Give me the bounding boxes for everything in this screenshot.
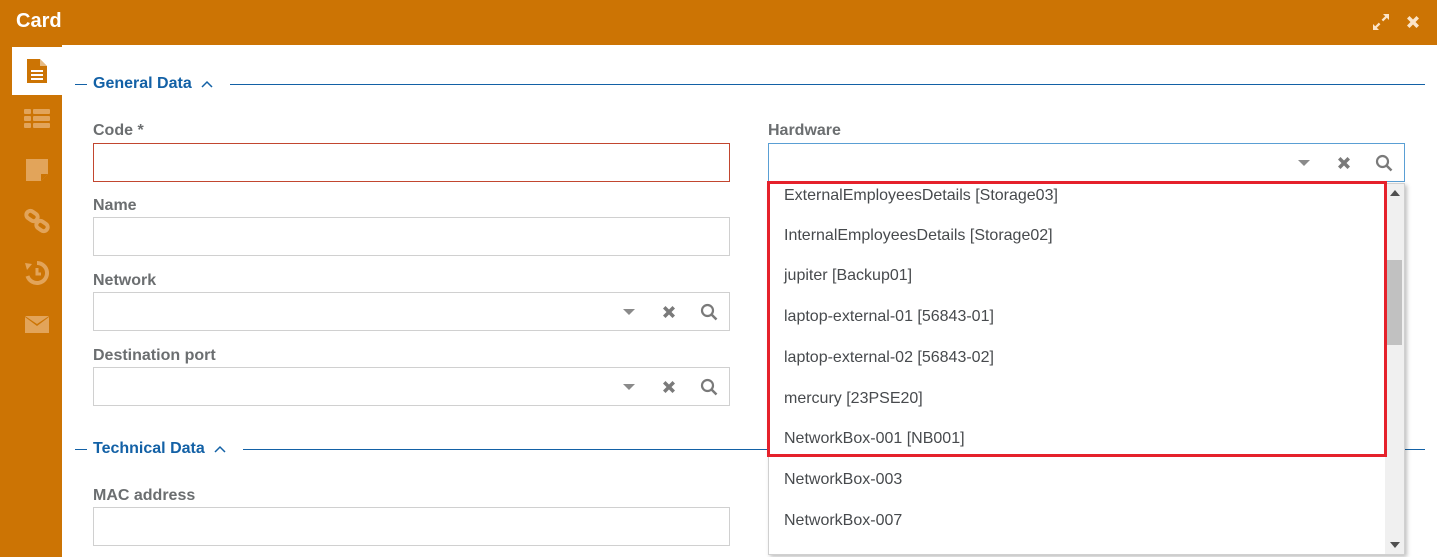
history-icon [25,260,50,285]
hardware-search-button[interactable] [1364,144,1404,181]
window-title: Card [16,10,62,32]
dropdown-scrollbar[interactable] [1385,184,1404,554]
hardware-option[interactable]: ExternalEmployeesDetails [Storage03] [784,187,1058,205]
destination-port-search-button[interactable] [689,368,729,405]
sidebar-item-card-details[interactable] [12,47,62,95]
caret-down-icon [1298,159,1310,166]
hardware-option[interactable]: NetworkBox-007 [784,512,902,530]
sidebar [0,45,62,557]
legend-line [230,84,1425,85]
search-icon [1375,154,1393,171]
sidebar-item-detail-list[interactable] [12,95,62,143]
hardware-clear-button[interactable] [1324,144,1364,181]
clear-x-icon [663,380,675,393]
sidebar-item-history[interactable] [12,249,62,297]
network-clear-button[interactable] [649,293,689,330]
triangle-down-icon [1389,542,1400,548]
scroll-down-button[interactable] [1385,536,1404,554]
envelope-icon [25,316,49,333]
close-x-icon [1407,16,1419,28]
caret-down-icon [623,308,635,315]
name-label: Name [93,197,137,214]
name-input[interactable] [93,217,730,256]
hardware-option[interactable]: laptop-external-01 [56843-01] [784,308,994,326]
clear-x-icon [1338,156,1350,169]
link-icon [24,208,50,234]
clear-x-icon [663,305,675,318]
destination-port-clear-button[interactable] [649,368,689,405]
hardware-option[interactable]: NetworkBox-003 [784,471,902,489]
triangle-up-icon [1389,190,1400,196]
hardware-option[interactable]: jupiter [Backup01] [784,267,912,285]
sidebar-item-emails[interactable] [12,301,62,349]
search-icon [700,303,718,320]
scroll-up-button[interactable] [1385,184,1404,202]
hardware-options-list: ExternalEmployeesDetails [Storage03] Int… [768,183,1405,555]
hardware-combobox[interactable] [768,143,1405,182]
close-button[interactable] [1403,12,1423,32]
search-icon [700,378,718,395]
maximize-button[interactable] [1371,12,1391,32]
hardware-option[interactable]: laptop-external-02 [56843-02] [784,349,994,367]
network-combobox[interactable] [93,292,730,331]
chevron-up-icon [214,445,226,453]
expand-arrows-icon [1373,14,1389,30]
scrollbar-thumb[interactable] [1387,260,1402,345]
sticky-note-icon [26,159,48,181]
code-input[interactable] [93,143,730,182]
mac-address-input[interactable] [93,507,730,546]
sidebar-item-notes[interactable] [12,146,62,194]
network-label: Network [93,272,157,289]
hardware-option[interactable]: InternalEmployeesDetails [Storage02] [784,227,1053,245]
section-general-title: General Data [93,75,192,92]
destination-port-dropdown-button[interactable] [609,368,649,405]
destination-port-label: Destination port [93,347,216,364]
hardware-option[interactable]: NetworkBox-001 [NB001] [784,430,965,448]
chevron-up-icon [201,80,213,88]
network-search-button[interactable] [689,293,729,330]
hardware-option[interactable]: mercury [23PSE20] [784,390,923,408]
section-general-header[interactable]: General Data [93,75,214,93]
section-technical-header[interactable]: Technical Data [93,440,227,458]
destination-port-combobox[interactable] [93,367,730,406]
sidebar-item-relations[interactable] [12,197,62,245]
code-label: Code * [93,122,144,139]
legend-line [75,449,87,450]
caret-down-icon [623,383,635,390]
window-titlebar: Card [0,0,1437,45]
mac-address-label: MAC address [93,487,196,504]
document-icon [27,59,47,83]
hardware-label: Hardware [768,122,841,139]
network-dropdown-button[interactable] [609,293,649,330]
legend-line [75,84,87,85]
hardware-dropdown-button[interactable] [1284,144,1324,181]
section-technical-title: Technical Data [93,440,205,457]
list-icon [24,109,50,128]
